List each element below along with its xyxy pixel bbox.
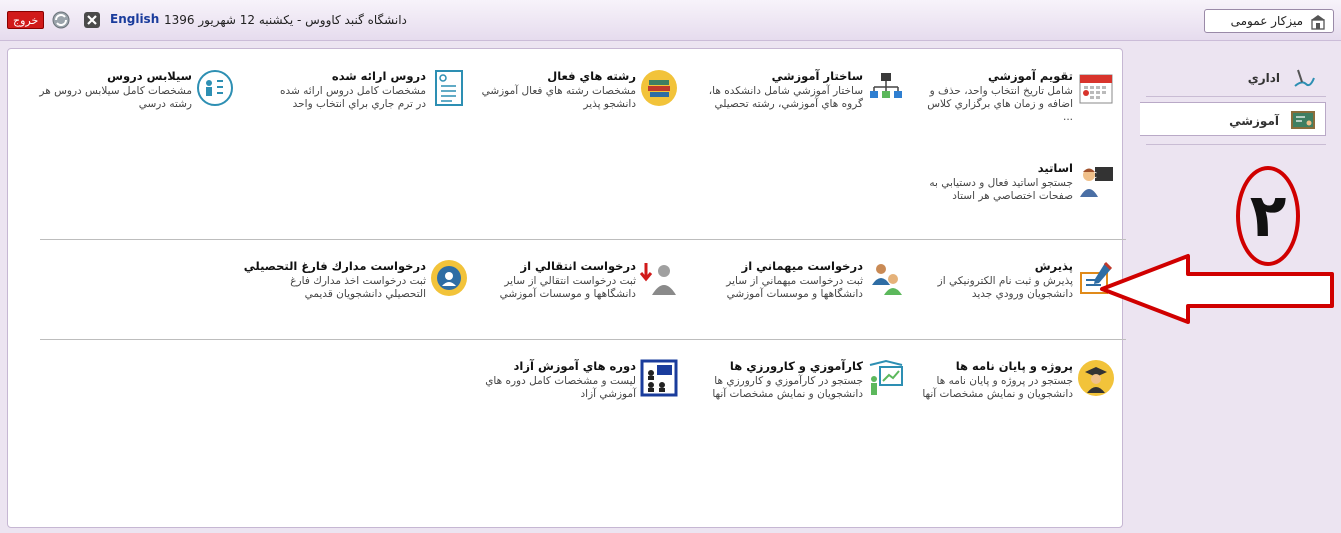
item-description: مشخصات رشته هاي فعال آموزشي دانشجو پذير	[481, 85, 636, 110]
item-description: ساختار آموزشي شامل دانشكده ها، گروه هاي …	[708, 85, 863, 110]
item-description: ثبت درخواست اخذ مدارك فارغ التحصيلي دانش…	[290, 275, 426, 300]
graduation-icon	[431, 260, 467, 296]
item-internships[interactable]: كارآموزي و كارورزي ها جستجو در كارآموزي …	[705, 359, 905, 429]
item-active-majors[interactable]: رشته هاي فعال مشخصات رشته هاي فعال آموزش…	[478, 69, 678, 139]
item-academic-calendar[interactable]: تقويم آموزشي شامل تاريخ انتخاب واحد، حذف…	[915, 69, 1115, 139]
item-projects-theses[interactable]: پروژه و پايان نامه ها جستجو در پروژه و پ…	[915, 359, 1115, 429]
item-description: ثبت درخواست ميهماني از ساير دانشگاهها و …	[726, 275, 863, 300]
checklist-icon	[435, 70, 463, 106]
item-academic-structure[interactable]: ساختار آموزشي ساختار آموزشي شامل دانشكده…	[705, 69, 905, 139]
item-description: ثبت درخواست انتقالي از ساير دانشگاهها و …	[499, 275, 636, 300]
item-title: پروژه و پايان نامه ها	[955, 359, 1073, 373]
presentation-icon	[869, 359, 903, 395]
item-title: تقويم آموزشي	[988, 69, 1073, 83]
item-professors[interactable]: ABC اساتيد جستجو اساتيد فعال و دستيابي ب…	[915, 161, 1115, 231]
transfer-request-icon	[640, 263, 676, 295]
sidebar-item-label: اداري	[1247, 71, 1280, 85]
classroom-icon	[640, 359, 678, 397]
graduate-icon	[1078, 360, 1114, 396]
item-description: ليست و مشخصات كامل دوره هاي آموزشي آزاد	[485, 375, 636, 400]
section-divider	[40, 339, 1126, 340]
dashboard-label: میزکار عمومی	[1230, 14, 1303, 28]
item-description: مشخصات كامل سيلابس دروس هر رشته درسي	[39, 85, 192, 110]
item-transfer-request[interactable]: درخواست انتقالي از ثبت درخواست انتقالي ا…	[478, 259, 678, 329]
main-content-panel: تقويم آموزشي شامل تاريخ انتخاب واحد، حذف…	[7, 48, 1126, 528]
sidebar-divider	[1146, 96, 1326, 97]
sidebar-item-label: آموزشي	[1229, 114, 1279, 128]
item-title: دروس ارائه شده	[331, 69, 426, 83]
item-title: درخواست مدارك فارغ التحصيلي	[243, 259, 426, 273]
item-title: دوره هاي آموزش آزاد	[513, 359, 636, 373]
item-graduation-documents[interactable]: درخواست مدارك فارغ التحصيلي ثبت درخواست …	[238, 259, 468, 329]
org-chart-icon	[870, 73, 902, 98]
annotation-red-arrow	[1100, 254, 1334, 324]
item-description: جستجو اساتيد فعال و دستيابي به صفحات اخت…	[929, 177, 1073, 202]
pen-icon	[1294, 69, 1315, 87]
item-guest-request[interactable]: درخواست ميهماني از ثبت درخواست ميهماني ا…	[705, 259, 905, 329]
close-icon[interactable]	[84, 12, 100, 28]
item-title: پذيرش	[1034, 259, 1073, 273]
logout-button[interactable]: خروج	[7, 11, 45, 29]
item-description: پذيرش و ثبت نام الكترونيكي از دانشجويان …	[937, 275, 1073, 300]
building-icon	[1311, 15, 1325, 30]
item-description: جستجو در كارآموزي و كارورزي ها دانشجويان…	[712, 375, 863, 400]
item-title: درخواست انتقالي از	[520, 259, 636, 273]
section-divider	[40, 239, 1126, 240]
item-title: درخواست ميهماني از	[741, 259, 863, 273]
item-title: سيلابس دروس	[107, 69, 192, 83]
item-title: كارآموزي و كارورزي ها	[729, 359, 863, 373]
syllabus-icon	[197, 70, 233, 106]
item-admission[interactable]: پذيرش پذيرش و ثبت نام الكترونيكي از دانش…	[915, 259, 1115, 329]
books-icon	[641, 70, 677, 106]
item-offered-courses[interactable]: دروس ارائه شده مشخصات كامل دروس ارائه شد…	[268, 69, 468, 139]
english-language-link[interactable]: English	[110, 12, 159, 26]
calendar-icon	[1079, 74, 1113, 104]
teacher-icon: ABC	[1080, 167, 1113, 197]
top-bar: خروج English دانشگاه گنبد کاووس - یکشنبه…	[0, 0, 1341, 41]
item-course-syllabus[interactable]: سيلابس دروس مشخصات كامل سيلابس دروس هر ر…	[34, 69, 234, 139]
item-title: رشته هاي فعال	[547, 69, 636, 83]
item-description: جستجو در پروژه و پايان نامه ها دانشجويان…	[922, 375, 1073, 400]
guest-request-icon	[872, 264, 902, 295]
item-description: شامل تاريخ انتخاب واحد، حذف و اضافه و زم…	[927, 85, 1073, 123]
sidebar-divider	[1146, 144, 1326, 145]
item-free-courses[interactable]: دوره هاي آموزش آزاد ليست و مشخصات كامل د…	[478, 359, 678, 429]
chalkboard-icon	[1291, 111, 1315, 129]
refresh-icon[interactable]	[50, 10, 72, 30]
admission-icon	[1080, 261, 1113, 294]
item-description: مشخصات كامل دروس ارائه شده در ترم جاري ب…	[280, 85, 426, 110]
sidebar: اداري آموزشي	[1140, 48, 1335, 248]
university-date-text: دانشگاه گنبد کاووس - یکشنبه 12 شهریور 13…	[164, 13, 407, 27]
sidebar-item-educational[interactable]: آموزشي	[1140, 102, 1326, 136]
item-title: ساختار آموزشي	[771, 69, 863, 83]
sidebar-item-administrative[interactable]: اداري	[1140, 60, 1326, 96]
dashboard-button[interactable]: میزکار عمومی	[1204, 9, 1334, 33]
item-title: اساتيد	[1037, 161, 1073, 175]
